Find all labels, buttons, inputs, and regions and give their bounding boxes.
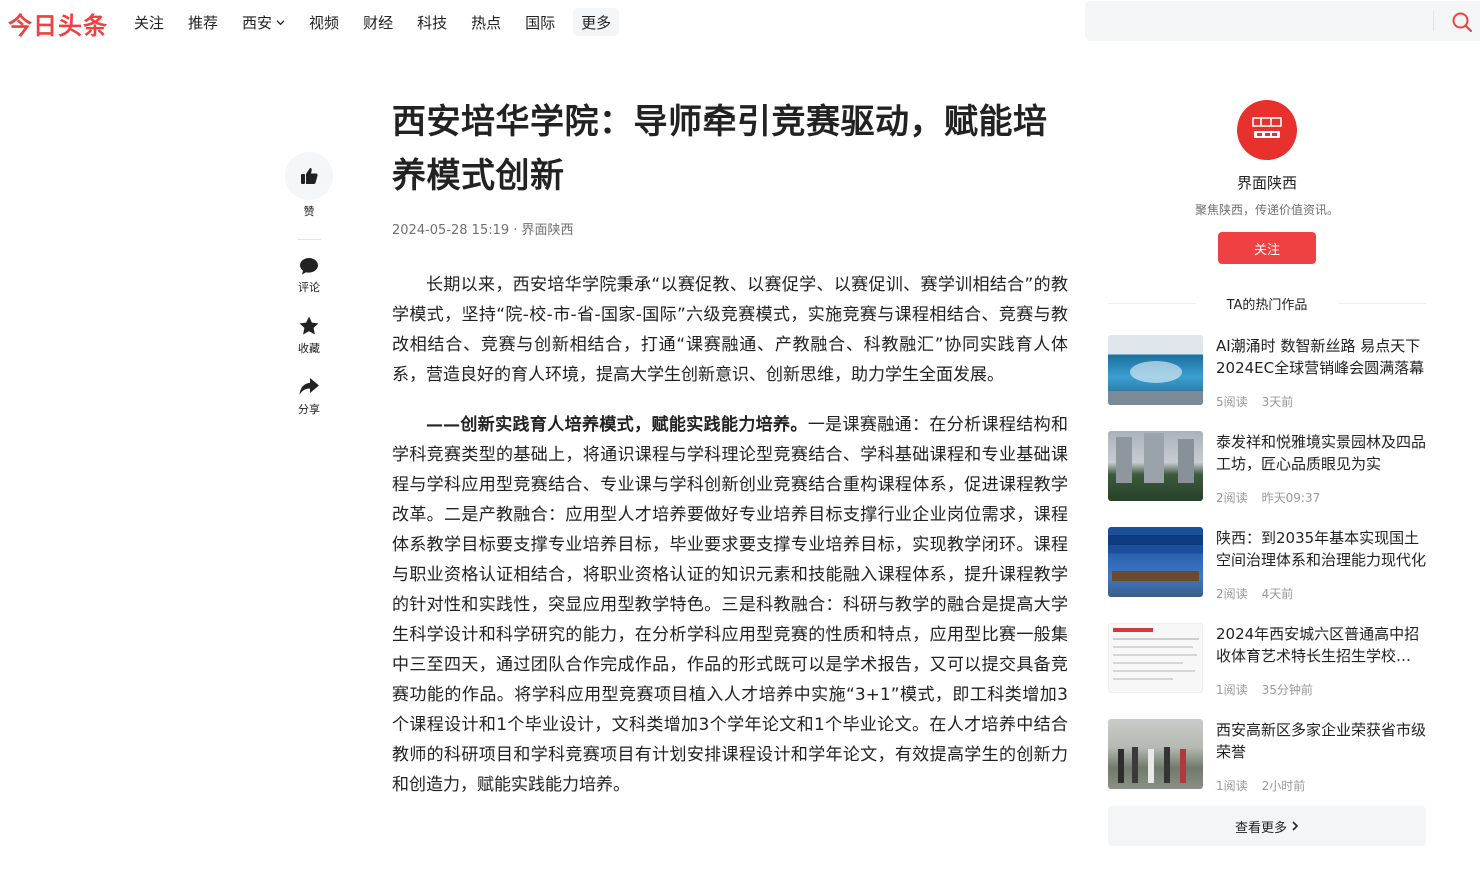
top-nav: 关注 推荐 西安 视频 财经 科技 热点 国际 更多 bbox=[134, 0, 643, 44]
like-button[interactable]: 赞 bbox=[285, 152, 333, 219]
hot-work-title: 西安高新区多家企业荣获省市级荣誉 bbox=[1216, 721, 1426, 761]
article-body: 长期以来，西安培华学院秉承“以赛促教、以赛促学、以赛促训、赛学训相结合”的教学模… bbox=[392, 270, 1068, 800]
nav-more-button[interactable]: 更多 bbox=[573, 8, 620, 36]
hot-work-stats: 1阅读 35分钟前 bbox=[1216, 681, 1426, 698]
hot-work-stats: 2阅读 4天前 bbox=[1216, 585, 1426, 602]
hot-work-title: 陕西：到2035年基本实现国土空间治理体系和治理能力现代化 bbox=[1216, 529, 1426, 569]
comment-button[interactable]: 评论 bbox=[285, 256, 333, 295]
hot-work-info: 陕西：到2035年基本实现国土空间治理体系和治理能力现代化 2阅读 4天前 bbox=[1216, 527, 1426, 602]
publish-time: 35分钟前 bbox=[1261, 683, 1313, 697]
collect-label: 收藏 bbox=[298, 342, 320, 355]
hot-work-item[interactable]: 泰发祥和悦雅境实景园林及四品工坊，匠心品质眼见为实 2阅读 昨天09:37 bbox=[1108, 431, 1426, 506]
article: 西安培华学院：导师牵引竞赛驱动，赋能培养模式创新 2024-05-28 15:1… bbox=[392, 95, 1068, 820]
author-name[interactable]: 界面陕西 bbox=[1108, 172, 1426, 193]
hot-work-item[interactable]: 西安高新区多家企业荣获省市级荣誉 1阅读 2小时前 bbox=[1108, 719, 1426, 794]
publish-time: 昨天09:37 bbox=[1261, 491, 1321, 505]
hot-work-title: AI潮涌时 数智新丝路 易点天下2024EC全球营销峰会圆满落幕 bbox=[1216, 337, 1425, 377]
article-meta: 2024-05-28 15:19 · 界面陕西 bbox=[392, 223, 574, 238]
read-count: 5阅读 bbox=[1216, 395, 1248, 409]
hot-work-stats: 5阅读 3天前 bbox=[1216, 393, 1426, 410]
search-box bbox=[1085, 1, 1480, 41]
nav-item-hot[interactable]: 热点 bbox=[471, 8, 501, 36]
hot-work-info: 西安高新区多家企业荣获省市级荣誉 1阅读 2小时前 bbox=[1216, 719, 1426, 794]
rail-divider bbox=[297, 239, 321, 240]
hot-work-item[interactable]: 陕西：到2035年基本实现国土空间治理体系和治理能力现代化 2阅读 4天前 bbox=[1108, 527, 1426, 602]
article-paragraph: 长期以来，西安培华学院秉承“以赛促教、以赛促学、以赛促训、赛学训相结合”的教学模… bbox=[392, 275, 1068, 385]
publish-time: 3天前 bbox=[1261, 395, 1294, 409]
hot-work-info: 泰发祥和悦雅境实景园林及四品工坊，匠心品质眼见为实 2阅读 昨天09:37 bbox=[1216, 431, 1426, 506]
hot-work-thumbnail bbox=[1108, 527, 1203, 597]
view-more-button[interactable]: 查看更多 bbox=[1108, 806, 1426, 846]
publish-time: 2小时前 bbox=[1261, 779, 1306, 793]
paragraph-text: 一是课赛融通：在分析课程结构和学科竞赛类型的基础上，将通识课程与学科理论型竞赛结… bbox=[392, 415, 1069, 795]
hot-works-heading: TA的热门作品 bbox=[1108, 294, 1426, 313]
hot-work-item[interactable]: 2024年西安城六区普通高中招收体育艺术特长生招生学校名单公布 1阅读 35分钟前 bbox=[1108, 623, 1426, 698]
author-description: 聚焦陕西，传递价值资讯。 bbox=[1194, 203, 1339, 217]
follow-button[interactable]: 关注 bbox=[1218, 232, 1316, 264]
read-count: 2阅读 bbox=[1216, 491, 1248, 505]
jiemian-logo-icon bbox=[1252, 117, 1282, 138]
share-button[interactable]: 分享 bbox=[285, 376, 333, 417]
author-sidebar: 界面陕西 聚焦陕西，传递价值资讯。 关注 TA的热门作品 AI潮涌时 数智新丝路… bbox=[1108, 100, 1426, 846]
publish-time: 4天前 bbox=[1261, 587, 1294, 601]
nav-item-xian[interactable]: 西安 bbox=[242, 8, 285, 36]
article-title: 西安培华学院：导师牵引竞赛驱动，赋能培养模式创新 bbox=[392, 102, 1048, 196]
author-avatar[interactable] bbox=[1237, 100, 1297, 160]
comment-label: 评论 bbox=[298, 281, 320, 294]
nav-item-xian-label: 西安 bbox=[242, 13, 273, 32]
chevron-down-icon bbox=[276, 19, 285, 25]
nav-item-international[interactable]: 国际 bbox=[525, 8, 555, 36]
hot-work-item[interactable]: AI潮涌时 数智新丝路 易点天下2024EC全球营销峰会圆满落幕 5阅读 3天前 bbox=[1108, 335, 1426, 410]
nav-item-recommend[interactable]: 推荐 bbox=[188, 8, 218, 36]
article-paragraph: ——创新实践育人培养模式，赋能实践能力培养。一是课赛融通：在分析课程结构和学科竞… bbox=[392, 410, 1068, 800]
search-divider bbox=[1433, 11, 1434, 31]
paragraph-heading: ——创新实践育人培养模式，赋能实践能力培养。 bbox=[426, 415, 808, 435]
star-icon bbox=[299, 316, 319, 335]
view-more-label: 查看更多 bbox=[1234, 820, 1287, 836]
hot-work-title: 2024年西安城六区普通高中招收体育艺术特长生招生学校名单公布 bbox=[1216, 625, 1426, 665]
nav-item-finance[interactable]: 财经 bbox=[363, 8, 393, 36]
read-count: 1阅读 bbox=[1216, 683, 1248, 697]
search-input[interactable] bbox=[1085, 1, 1430, 41]
share-label: 分享 bbox=[298, 403, 320, 416]
top-header: 今日头条 关注 推荐 西安 视频 财经 科技 热点 国际 更多 bbox=[0, 0, 1480, 44]
hot-works-list: AI潮涌时 数智新丝路 易点天下2024EC全球营销峰会圆满落幕 5阅读 3天前 … bbox=[1108, 335, 1426, 794]
like-circle bbox=[285, 152, 333, 200]
read-count: 1阅读 bbox=[1216, 779, 1248, 793]
hot-work-thumbnail bbox=[1108, 719, 1203, 789]
nav-item-video[interactable]: 视频 bbox=[309, 8, 339, 36]
hot-work-thumbnail bbox=[1108, 623, 1203, 693]
hot-work-thumbnail bbox=[1108, 431, 1203, 501]
hot-work-thumbnail bbox=[1108, 335, 1203, 405]
chevron-right-icon bbox=[1292, 821, 1299, 831]
search-icon[interactable] bbox=[1451, 11, 1473, 33]
like-label: 赞 bbox=[303, 205, 315, 218]
article-action-rail: 赞 评论 收藏 分享 bbox=[285, 152, 333, 437]
site-logo[interactable]: 今日头条 bbox=[8, 6, 108, 41]
nav-item-follow[interactable]: 关注 bbox=[134, 8, 164, 36]
hot-work-title: 泰发祥和悦雅境实景园林及四品工坊，匠心品质眼见为实 bbox=[1216, 433, 1426, 473]
hot-work-info: AI潮涌时 数智新丝路 易点天下2024EC全球营销峰会圆满落幕 5阅读 3天前 bbox=[1216, 335, 1426, 410]
hot-work-stats: 2阅读 昨天09:37 bbox=[1216, 489, 1426, 506]
share-icon bbox=[299, 378, 319, 395]
read-count: 2阅读 bbox=[1216, 587, 1248, 601]
hot-work-stats: 1阅读 2小时前 bbox=[1216, 777, 1426, 794]
nav-item-tech[interactable]: 科技 bbox=[417, 8, 447, 36]
comment-icon bbox=[300, 258, 318, 275]
collect-button[interactable]: 收藏 bbox=[285, 315, 333, 356]
hot-work-info: 2024年西安城六区普通高中招收体育艺术特长生招生学校名单公布 1阅读 35分钟前 bbox=[1216, 623, 1426, 698]
thumbs-up-icon bbox=[301, 168, 318, 184]
